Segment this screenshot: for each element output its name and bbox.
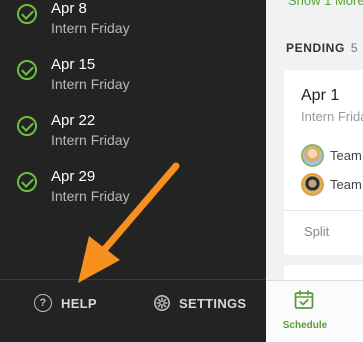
item-subtitle: Intern Friday (51, 20, 130, 36)
check-circle-icon (17, 116, 37, 136)
check-circle-icon (17, 4, 37, 24)
pending-card[interactable]: Apr 1 Intern Friday Team Team Split (284, 70, 363, 255)
section-header: PENDING 5 (286, 41, 358, 55)
help-button[interactable]: ? HELP (34, 292, 97, 314)
avatar (301, 172, 324, 196)
item-date: Apr 8 (51, 0, 87, 17)
help-label: HELP (61, 295, 97, 311)
item-subtitle: Intern Friday (51, 76, 130, 92)
tab-bar: Schedule (266, 280, 363, 342)
item-date: Apr 22 (51, 112, 96, 129)
drawer-item[interactable]: Apr 29 Intern Friday (0, 168, 266, 212)
split-button[interactable]: Split (304, 224, 329, 239)
settings-label: SETTINGS (179, 295, 247, 311)
card-date: Apr 1 (301, 87, 340, 104)
item-subtitle: Intern Friday (51, 132, 130, 148)
calendar-check-icon (294, 290, 314, 309)
section-title: PENDING (286, 41, 345, 55)
card-divider (284, 210, 363, 211)
drawer-divider (0, 279, 266, 280)
team-member-row: Team (301, 172, 362, 196)
check-circle-icon (17, 60, 37, 80)
drawer-item[interactable]: Apr 22 Intern Friday (0, 112, 266, 156)
tab-schedule-label: Schedule (282, 320, 328, 331)
card-subtitle: Intern Friday (301, 109, 363, 124)
tab-schedule[interactable]: Schedule (280, 287, 330, 337)
member-label: Team (330, 147, 362, 163)
item-date: Apr 15 (51, 56, 96, 73)
gear-icon (154, 295, 170, 311)
section-count: 5 (350, 41, 359, 55)
main-content: Show 1 More PENDING 5 Apr 1 Intern Friday… (266, 0, 363, 342)
check-circle-icon (17, 172, 37, 192)
member-label: Team (330, 176, 362, 192)
drawer-item[interactable]: Apr 8 Intern Friday (0, 0, 266, 44)
help-icon: ? (34, 294, 52, 312)
drawer-item[interactable]: Apr 15 Intern Friday (0, 56, 266, 100)
show-more-link[interactable]: Show 1 More (288, 0, 363, 8)
item-subtitle: Intern Friday (51, 188, 130, 204)
navigation-drawer: Apr 8 Intern Friday Apr 15 Intern Friday… (0, 0, 266, 342)
team-member-row: Team (301, 143, 362, 167)
settings-button[interactable]: SETTINGS (153, 292, 246, 314)
avatar (301, 143, 324, 167)
item-date: Apr 29 (51, 168, 96, 185)
